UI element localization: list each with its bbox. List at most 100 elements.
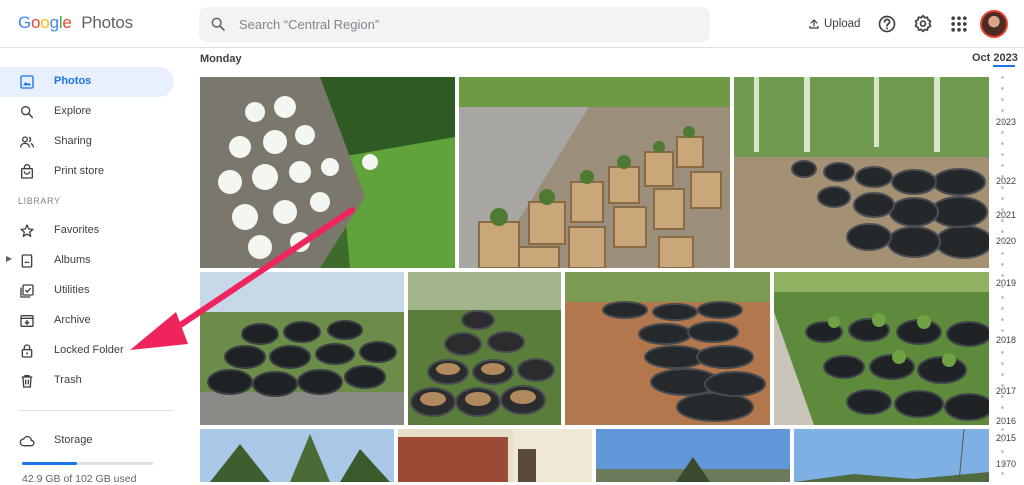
timeline-year[interactable]: 2022 (996, 176, 1016, 186)
sidebar-item-photos[interactable]: Photos (0, 67, 174, 97)
timeline-year[interactable]: 2018 (996, 335, 1016, 345)
sidebar-item-label: Trash (54, 374, 82, 386)
sidebar-item-sharing[interactable]: Sharing (0, 127, 174, 157)
sidebar-item-trash[interactable]: Trash (0, 366, 174, 396)
sidebar-item-label: Favorites (54, 224, 100, 236)
sidebar-item-label: Locked Folder (54, 344, 124, 356)
timeline-dot (1001, 142, 1004, 145)
timeline-dot (1001, 373, 1004, 376)
upload-icon (809, 19, 819, 29)
timeline-year[interactable]: 2016 (996, 416, 1016, 426)
sidebar-item-label: Sharing (54, 135, 92, 147)
timeline-dot (1001, 384, 1004, 387)
timeline-year[interactable]: 1970 (996, 459, 1016, 469)
account-avatar[interactable] (980, 10, 1008, 38)
timeline-dot (1001, 428, 1004, 431)
photo-thumbnail[interactable] (200, 429, 394, 482)
sidebar: Photos Explore Sharing Print store LIBRA… (0, 49, 188, 485)
search-icon (211, 17, 225, 31)
timeline-dot (1001, 219, 1004, 222)
timeline-dot (1001, 76, 1004, 79)
lock-icon (21, 344, 33, 358)
sidebar-item-label: Utilities (54, 284, 90, 296)
sidebar-divider (18, 410, 174, 411)
logo-google: Google (18, 13, 72, 32)
photo-thumbnail[interactable] (200, 272, 404, 425)
timeline-year[interactable]: 2017 (996, 386, 1016, 396)
help-icon[interactable] (877, 14, 897, 34)
timeline-year[interactable]: 2023 (996, 117, 1016, 127)
settings-gear-icon[interactable] (913, 14, 933, 34)
timeline-dot (1001, 98, 1004, 101)
timeline-dot (1001, 164, 1004, 167)
timeline-dot (1001, 197, 1004, 200)
timeline-dot (1001, 450, 1004, 453)
timeline-current-month: Oct 2023 (972, 52, 1018, 64)
timeline-dot (1001, 120, 1004, 123)
photo-thumbnail[interactable] (200, 77, 455, 268)
sidebar-item-label: Explore (54, 105, 92, 117)
timeline-year[interactable]: 2020 (996, 236, 1016, 246)
timeline-dot (1001, 472, 1004, 475)
photo-thumbnail[interactable] (774, 272, 989, 425)
timeline-dot (1001, 439, 1004, 442)
sidebar-item-utilities[interactable]: Utilities (0, 276, 174, 306)
expand-caret-icon[interactable]: ▶ (6, 254, 12, 263)
photo-thumbnail[interactable] (596, 429, 790, 482)
sidebar-item-storage[interactable]: Storage (0, 426, 174, 456)
album-icon (21, 254, 33, 268)
sidebar-item-print-store[interactable]: Print store (0, 157, 174, 187)
archive-icon (20, 315, 34, 327)
timeline-dot (1001, 329, 1004, 332)
photo-thumbnail[interactable] (734, 77, 989, 268)
photo-thumbnail[interactable] (398, 429, 592, 482)
top-bar: Google Photos Upload (0, 0, 1024, 48)
timeline-dot (1001, 417, 1004, 420)
sidebar-item-locked-folder[interactable]: Locked Folder (0, 336, 174, 366)
timeline-year[interactable]: 2021 (996, 210, 1016, 220)
sidebar-item-label: Archive (54, 314, 91, 326)
apps-grid-icon[interactable] (949, 14, 969, 34)
timeline-dot (1001, 153, 1004, 156)
timeline-dot (1001, 175, 1004, 178)
timeline-dot (1001, 351, 1004, 354)
sidebar-item-label: Albums (54, 254, 91, 266)
timeline-dot (1001, 241, 1004, 244)
sidebar-item-albums[interactable]: ▶ Albums (0, 246, 174, 276)
sidebar-item-label: Photos (54, 75, 92, 87)
cloud-icon (19, 435, 35, 447)
search-bar[interactable] (199, 7, 710, 42)
storage-usage-text: 42.9 GB of 102 GB used (22, 473, 137, 485)
library-section-label: LIBRARY (18, 196, 61, 206)
photo-thumbnail[interactable] (794, 429, 989, 482)
timeline-dot (1001, 252, 1004, 255)
timeline-dot (1001, 186, 1004, 189)
timeline-dot (1001, 285, 1004, 288)
sidebar-item-label: Print store (54, 165, 105, 177)
sidebar-item-archive[interactable]: Archive (0, 306, 174, 336)
upload-button[interactable]: Upload (808, 15, 860, 33)
photo-thumbnail[interactable] (459, 77, 730, 268)
date-heading: Monday (200, 53, 242, 65)
timeline-dot (1001, 307, 1004, 310)
timeline-year[interactable]: 2019 (996, 278, 1016, 288)
search-input[interactable] (239, 7, 699, 42)
timeline-dot (1001, 296, 1004, 299)
timeline-dot (1001, 131, 1004, 134)
sidebar-item-explore[interactable]: Explore (0, 97, 174, 127)
timeline-dot (1001, 461, 1004, 464)
star-icon (20, 224, 34, 237)
timeline-dot (1001, 340, 1004, 343)
photo-icon (20, 75, 34, 89)
timeline-dot (1001, 274, 1004, 277)
people-icon (20, 136, 34, 148)
storage-label: Storage (54, 434, 93, 446)
timeline-scrubber[interactable]: 2023 2022 2021 2020 2019 2018 2017 2016 … (990, 70, 1024, 482)
google-photos-logo[interactable]: Google Photos (18, 13, 133, 33)
photo-thumbnail[interactable] (565, 272, 770, 425)
timeline-dot (1001, 230, 1004, 233)
timeline-year[interactable]: 2015 (996, 433, 1016, 443)
photo-thumbnail[interactable] (408, 272, 561, 425)
logo-photos: Photos (81, 13, 133, 32)
sidebar-item-favorites[interactable]: Favorites (0, 216, 174, 246)
